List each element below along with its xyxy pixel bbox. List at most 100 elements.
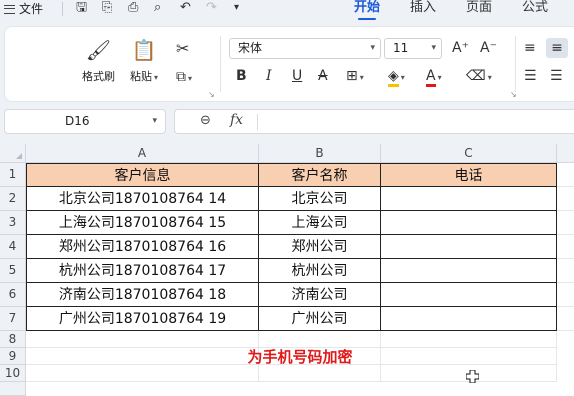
redo-icon[interactable]: ↷ [206, 0, 217, 16]
row-header[interactable]: 5 [0, 259, 26, 283]
formula-divider [257, 114, 258, 130]
export-pdf-icon[interactable]: ⎘ [102, 0, 112, 16]
cell-customer-name[interactable]: 杭州公司 [259, 259, 381, 283]
cell-customer-info[interactable]: 郑州公司1870108764 16 [26, 235, 259, 259]
decrease-font-size-button[interactable]: A⁻ [480, 38, 497, 58]
clear-button[interactable]: ⌫ ▾ [466, 66, 492, 86]
cell-customer-name[interactable]: 广州公司 [259, 307, 381, 331]
chevron-down-icon: ▾ [152, 116, 157, 126]
column-header-b[interactable]: B [259, 144, 381, 163]
format-painter-button[interactable]: 🖌 格式刷 [82, 38, 115, 84]
tab-page[interactable]: 页面 [466, 0, 492, 16]
align-center-icon[interactable]: ☰ [550, 66, 563, 86]
font-color-icon: A [426, 68, 436, 87]
paste-label-wrap: 粘贴 ▾ [130, 68, 158, 84]
row-header[interactable]: 3 [0, 211, 26, 235]
cell[interactable] [557, 283, 574, 307]
cell-phone[interactable] [381, 187, 557, 211]
column-header-a[interactable]: A [26, 144, 259, 163]
cell-phone[interactable] [381, 259, 557, 283]
font-size-value: 11 [393, 41, 409, 55]
cell-customer-name[interactable]: 上海公司 [259, 211, 381, 235]
cell-phone[interactable] [381, 235, 557, 259]
column-header-c[interactable]: C [381, 144, 557, 163]
cell-phone[interactable] [381, 211, 557, 235]
tab-home[interactable]: 开始 [354, 0, 380, 20]
row-header[interactable]: 4 [0, 235, 26, 259]
cell-customer-info[interactable]: 上海公司1870108764 15 [26, 211, 259, 235]
menu-bar: 文件 🖫 ⎘ ⎙ ⌕ ↶ ↷ ▾ 开始 插入 页面 公式 [0, 0, 574, 20]
name-box-value: D16 [65, 114, 90, 128]
name-box[interactable]: D16 ▾ [4, 109, 166, 134]
file-menu-label: 文件 [19, 2, 44, 16]
font-name-select[interactable]: 宋体 ▾ [229, 38, 381, 59]
cell[interactable] [26, 365, 259, 382]
fill-color-button[interactable]: ◈ ▾ [388, 66, 405, 87]
font-color-button[interactable]: A ▾ [426, 66, 442, 87]
cut-icon[interactable]: ✂ [176, 40, 189, 58]
cell-customer-info[interactable]: 济南公司1870108764 18 [26, 283, 259, 307]
cell[interactable] [557, 307, 574, 331]
customize-quick-access-icon[interactable]: ▾ [234, 0, 239, 16]
align-middle-icon[interactable]: ≡ [546, 38, 568, 58]
cell[interactable] [557, 163, 574, 187]
print-preview-icon[interactable]: ⌕ [154, 0, 161, 16]
cell[interactable] [557, 259, 574, 283]
bold-button[interactable]: B [236, 66, 247, 86]
header-cell-phone[interactable]: 电话 [381, 163, 557, 187]
cell-customer-info[interactable]: 广州公司1870108764 19 [26, 307, 259, 331]
tab-insert[interactable]: 插入 [410, 0, 436, 16]
cell-customer-name[interactable]: 济南公司 [259, 283, 381, 307]
cell-customer-name[interactable]: 郑州公司 [259, 235, 381, 259]
cell-customer-name[interactable]: 北京公司 [259, 187, 381, 211]
format-painter-icon: 🖌 [85, 38, 112, 62]
align-left-icon[interactable]: ☰ [524, 66, 537, 86]
header-cell-customer-name[interactable]: 客户名称 [259, 163, 381, 187]
paste-button[interactable]: 📋 粘贴 ▾ [130, 38, 158, 84]
align-top-icon[interactable]: ≡ [524, 38, 536, 58]
paste-dropdown-icon: ▾ [154, 73, 159, 82]
italic-button[interactable]: I [266, 66, 272, 86]
row-header[interactable]: 1 [0, 163, 26, 187]
cell[interactable] [557, 187, 574, 211]
strikethrough-button[interactable]: A [318, 66, 328, 86]
column-header-d[interactable] [557, 144, 574, 163]
cell-phone[interactable] [381, 307, 557, 331]
cell[interactable] [381, 348, 557, 365]
copy-icon[interactable]: ⧉ ▾ [176, 68, 192, 88]
zoom-icon[interactable]: ⊖ [200, 113, 211, 128]
cell[interactable] [381, 331, 557, 348]
increase-font-size-button[interactable]: A⁺ [452, 38, 469, 58]
cell[interactable] [557, 211, 574, 235]
cell-customer-info[interactable]: 北京公司1870108764 14 [26, 187, 259, 211]
row-header[interactable]: 6 [0, 283, 26, 307]
spreadsheet-grid[interactable]: A B C 1 2 3 4 5 6 7 8 9 10 客户信息 客户名称 电话 … [0, 144, 574, 396]
menu-separator [62, 2, 63, 16]
formula-bar[interactable]: ⊖ fx [174, 109, 574, 134]
clipboard-dialog-launcher-icon[interactable]: ↘ [208, 90, 215, 99]
cell-customer-info[interactable]: 杭州公司1870108764 17 [26, 259, 259, 283]
print-icon[interactable]: ⎙ [128, 0, 138, 16]
tab-formula[interactable]: 公式 [522, 0, 548, 16]
cell[interactable] [259, 365, 381, 382]
cell-phone[interactable] [381, 283, 557, 307]
row-header[interactable]: 2 [0, 187, 26, 211]
chevron-down-icon: ▾ [431, 43, 436, 53]
fx-icon[interactable]: fx [230, 112, 243, 128]
fill-color-icon: ◈ [388, 68, 399, 87]
borders-icon: ⊞ [346, 68, 358, 84]
select-all-corner[interactable] [0, 144, 26, 163]
save-icon[interactable]: 🖫 [76, 0, 87, 16]
file-menu[interactable]: 文件 [4, 0, 43, 18]
row-header[interactable] [0, 382, 26, 396]
row-header[interactable]: 7 [0, 307, 26, 331]
cell[interactable] [557, 235, 574, 259]
font-size-select[interactable]: 11 ▾ [384, 38, 442, 59]
header-cell-customer-info[interactable]: 客户信息 [26, 163, 259, 187]
row-header[interactable]: 9 [0, 348, 26, 365]
row-header[interactable]: 10 [0, 365, 26, 382]
borders-button[interactable]: ⊞ ▾ [346, 66, 364, 86]
undo-icon[interactable]: ↶ [180, 0, 191, 16]
underline-button[interactable]: U [292, 66, 302, 86]
row-header[interactable]: 8 [0, 331, 26, 348]
